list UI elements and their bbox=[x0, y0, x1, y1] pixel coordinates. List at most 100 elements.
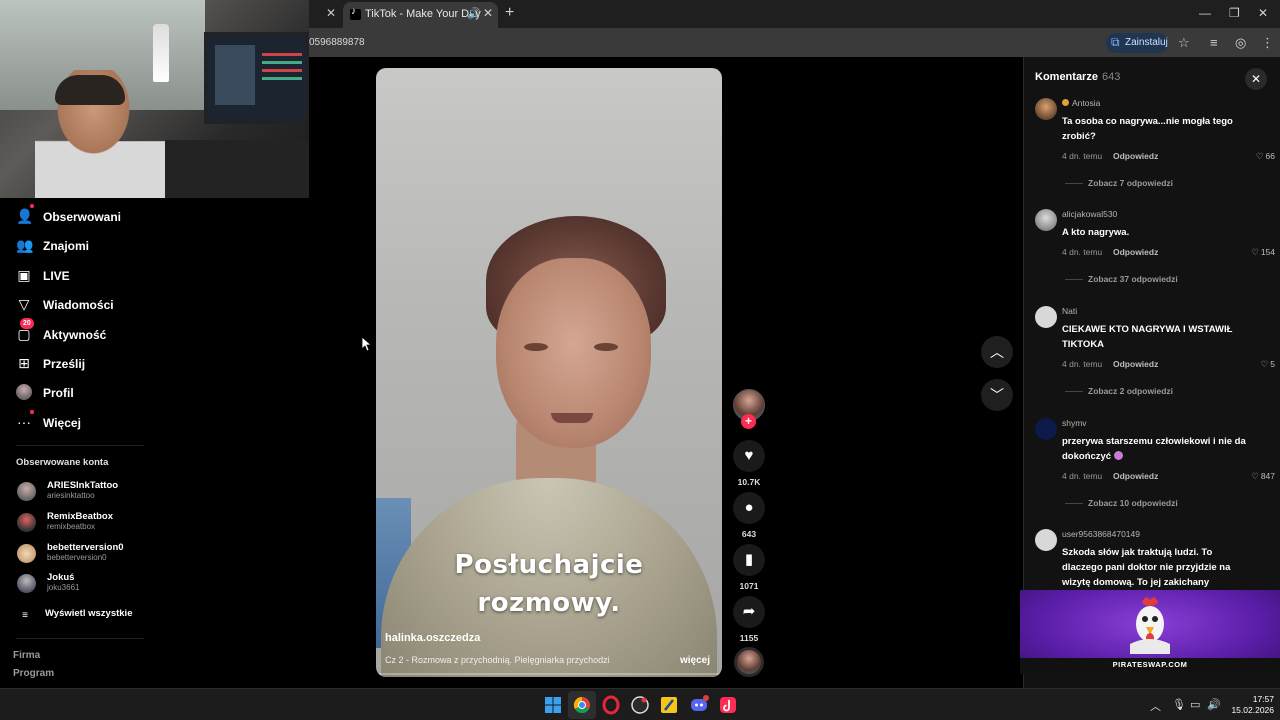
share-button[interactable]: ➦ bbox=[733, 596, 765, 628]
sidebar-item-label: Profil bbox=[43, 386, 74, 400]
save-button[interactable]: ▮ bbox=[733, 544, 765, 576]
sidebar-item-label: Znajomi bbox=[43, 239, 90, 253]
show-all-button[interactable]: ≡ Wyświetl wszystkie bbox=[20, 608, 150, 622]
next-video-button[interactable]: ﹀ bbox=[981, 379, 1013, 411]
comment-username[interactable]: alicjakowal530 bbox=[1062, 209, 1117, 219]
footer-link-company[interactable]: Firma bbox=[13, 650, 40, 661]
account-name: Jokuś bbox=[47, 572, 75, 583]
reply-button[interactable]: Odpowiedz bbox=[1113, 359, 1158, 369]
account-icon[interactable]: ◎ bbox=[1235, 35, 1246, 51]
view-replies-button[interactable]: Zobacz 7 odpowiedzi bbox=[1065, 178, 1173, 188]
video-player[interactable]: Posłuchajcie rozmowy. halinka.oszczedza … bbox=[376, 68, 722, 677]
comment-like-button[interactable]: ♡ 66 bbox=[1225, 151, 1275, 162]
sidebar-item-activity[interactable]: ▢ 20 Aktywność bbox=[16, 318, 196, 346]
avatar[interactable] bbox=[1035, 98, 1057, 120]
sidebar-item-friends[interactable]: 👥 Znajomi bbox=[16, 237, 196, 257]
comment-text-content: przerywa starszemu człowiekowi i nie da … bbox=[1062, 436, 1246, 462]
reply-button[interactable]: Odpowiedz bbox=[1113, 247, 1158, 257]
avatar[interactable] bbox=[1035, 529, 1057, 551]
footer-link-program[interactable]: Program bbox=[13, 668, 54, 679]
video-subject-eye bbox=[524, 343, 548, 351]
network-icon[interactable]: ▭ bbox=[1190, 698, 1200, 711]
messages-icon: ▽ bbox=[18, 296, 30, 312]
sidebar-item-messages[interactable]: ▽ Wiadomości bbox=[16, 296, 196, 316]
microphone-icon[interactable]: 🎙 bbox=[1172, 698, 1186, 711]
chrome-icon[interactable] bbox=[571, 694, 593, 716]
comment-like-button[interactable]: ♡ 847 bbox=[1225, 471, 1275, 482]
active-tab[interactable]: TikTok - Make Your Day 🔊 ✕ bbox=[343, 2, 498, 28]
previous-video-button[interactable]: ︿ bbox=[981, 336, 1013, 368]
comment-username[interactable]: Nati bbox=[1062, 306, 1077, 316]
sidebar-item-upload[interactable]: ⊞ Prześlij bbox=[16, 355, 196, 375]
sidebar-item-profile[interactable]: Profil bbox=[16, 384, 196, 404]
stream-ad-overlay: PIRATESWAP.COM bbox=[1020, 590, 1280, 674]
install-app-button[interactable]: Zainstaluj bbox=[1106, 33, 1168, 53]
show-all-label: Wyświetl wszystkie bbox=[45, 608, 133, 619]
sidebar-item-following[interactable]: 👤 Obserwowani bbox=[16, 204, 196, 228]
like-button[interactable]: ♥ bbox=[733, 440, 765, 472]
url-field[interactable]: 0596889878 bbox=[309, 37, 365, 48]
followed-account[interactable]: ARIESInkTattoo ariesinktattoo bbox=[17, 480, 177, 504]
comment-username[interactable]: shymv bbox=[1062, 418, 1087, 428]
comment-like-button[interactable]: ♡ 154 bbox=[1225, 247, 1275, 258]
minimize-icon[interactable]: — bbox=[1199, 6, 1211, 20]
account-handle: joku3661 bbox=[47, 583, 80, 592]
comment-button[interactable]: ● bbox=[733, 492, 765, 524]
new-tab-icon[interactable]: + bbox=[505, 4, 514, 22]
view-replies-button[interactable]: Zobacz 10 odpowiedzi bbox=[1065, 498, 1178, 508]
music-disc[interactable] bbox=[734, 647, 764, 677]
bookmark-icon: ▮ bbox=[744, 551, 754, 568]
followed-accounts-title: Obserwowane konta bbox=[16, 457, 109, 468]
video-author[interactable]: halinka.oszczedza bbox=[385, 632, 480, 644]
tray-chevron-up-icon[interactable]: ︿ bbox=[1150, 698, 1161, 714]
video-progress-bar[interactable] bbox=[376, 673, 722, 675]
comment-time: 4 dn. temu bbox=[1062, 471, 1103, 481]
tiktok-app-icon[interactable] bbox=[717, 694, 739, 716]
view-replies-button[interactable]: Zobacz 37 odpowiedzi bbox=[1065, 274, 1178, 284]
reply-button[interactable]: Odpowiedz bbox=[1113, 151, 1158, 161]
avatar[interactable] bbox=[1035, 306, 1057, 328]
maximize-icon[interactable]: ❐ bbox=[1229, 6, 1240, 20]
discord-icon[interactable] bbox=[688, 694, 710, 716]
follow-plus-icon[interactable]: + bbox=[741, 414, 756, 429]
volume-icon[interactable]: 🔊 bbox=[1207, 698, 1221, 711]
close-comments-button[interactable]: ✕ bbox=[1245, 68, 1267, 90]
comment-like-count: 66 bbox=[1265, 151, 1275, 161]
windows-start-icon[interactable] bbox=[542, 694, 564, 716]
close-icon[interactable]: ✕ bbox=[326, 6, 336, 20]
more-link[interactable]: więcej bbox=[680, 655, 710, 666]
sidebar-item-live[interactable]: ▣ LIVE bbox=[16, 267, 196, 287]
avatar[interactable] bbox=[1035, 209, 1057, 231]
obs-icon[interactable] bbox=[629, 694, 651, 716]
upload-icon: ⊞ bbox=[18, 355, 30, 371]
like-count: 10.7K bbox=[737, 477, 761, 487]
previous-tab[interactable]: ✕ bbox=[309, 3, 345, 25]
heart-outline-icon: ♡ bbox=[1251, 247, 1259, 257]
avatar[interactable] bbox=[1035, 418, 1057, 440]
followed-account[interactable]: RemixBeatbox remixbeatbox bbox=[17, 511, 177, 535]
video-subject-mouth bbox=[551, 413, 593, 423]
folder-app-icon[interactable] bbox=[658, 694, 680, 716]
sidebar-item-more[interactable]: ··· Więcej bbox=[16, 410, 196, 434]
opera-icon[interactable] bbox=[600, 694, 622, 716]
reply-button[interactable]: Odpowiedz bbox=[1113, 471, 1158, 481]
view-replies-button[interactable]: Zobacz 2 odpowiedzi bbox=[1065, 386, 1173, 396]
clock-time: 17:57 bbox=[1252, 694, 1274, 704]
window-close-icon[interactable]: ✕ bbox=[1258, 6, 1268, 20]
bookmark-star-icon[interactable]: ☆ bbox=[1178, 35, 1190, 51]
browser-menu-icon[interactable]: ⋮ bbox=[1261, 35, 1274, 51]
followed-account[interactable]: Jokuś joku3661 bbox=[17, 572, 177, 596]
audio-playing-icon[interactable]: 🔊 bbox=[467, 7, 481, 20]
tab-close-icon[interactable]: ✕ bbox=[483, 6, 493, 20]
comment-like-button[interactable]: ♡ 5 bbox=[1225, 359, 1275, 370]
caption-line: rozmowy. bbox=[477, 588, 621, 618]
comment-text: Ta osoba co nagrywa...nie mogła tego zro… bbox=[1062, 116, 1233, 142]
comment-username[interactable]: Antosia bbox=[1062, 98, 1100, 108]
mouse-cursor-icon bbox=[362, 337, 372, 352]
followed-account[interactable]: bebetterversion0 bebetterversion0 bbox=[17, 542, 177, 566]
system-clock[interactable]: 17:57 15.02.2026 bbox=[1226, 694, 1274, 716]
sidebar-divider bbox=[16, 638, 144, 639]
clock-date: 15.02.2026 bbox=[1231, 705, 1274, 715]
comment-username[interactable]: user9563868470149 bbox=[1062, 529, 1140, 539]
media-control-icon[interactable]: ≡ bbox=[1210, 35, 1218, 50]
